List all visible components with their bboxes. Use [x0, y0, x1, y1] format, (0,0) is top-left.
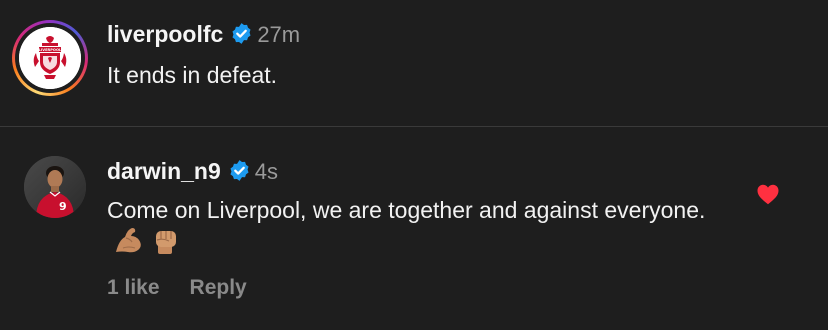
comment-header: darwin_n9 4s — [107, 157, 278, 189]
flexed-biceps-emoji — [116, 228, 141, 253]
comment-body: Come on Liverpool, we are together and a… — [107, 195, 707, 258]
verified-badge-icon — [230, 160, 249, 181]
comment-timestamp: 4s — [254, 159, 279, 184]
svg-text:9: 9 — [59, 200, 67, 213]
post-header: liverpoolfc 27m — [107, 20, 300, 52]
verified-badge-icon — [232, 23, 251, 44]
story-ring-avatar[interactable]: LIVERPOOL — [12, 20, 88, 96]
heart-icon[interactable] — [756, 183, 780, 205]
darwin-n9-avatar[interactable]: 9 — [24, 156, 86, 218]
post-username[interactable]: liverpoolfc — [107, 21, 223, 47]
liverpoolfc-avatar: LIVERPOOL — [19, 27, 81, 89]
liverpool-crest-icon: LIVERPOOL — [19, 27, 81, 89]
comment-actions: 1 like Reply — [107, 276, 247, 300]
svg-text:LIVERPOOL: LIVERPOOL — [39, 48, 62, 52]
comment-text: Come on Liverpool, we are together and a… — [107, 197, 706, 223]
comment-username[interactable]: darwin_n9 — [107, 158, 221, 184]
raised-fist-emoji — [156, 231, 176, 254]
post-timestamp: 27m — [257, 22, 301, 47]
reply-button[interactable]: Reply — [190, 276, 247, 299]
divider — [0, 126, 828, 127]
post-caption: It ends in defeat. — [107, 62, 278, 88]
post: LIVERPOOL liverpoolfc 27m It ends in def… — [0, 0, 828, 127]
likes-count-button[interactable]: 1 like — [107, 276, 160, 299]
